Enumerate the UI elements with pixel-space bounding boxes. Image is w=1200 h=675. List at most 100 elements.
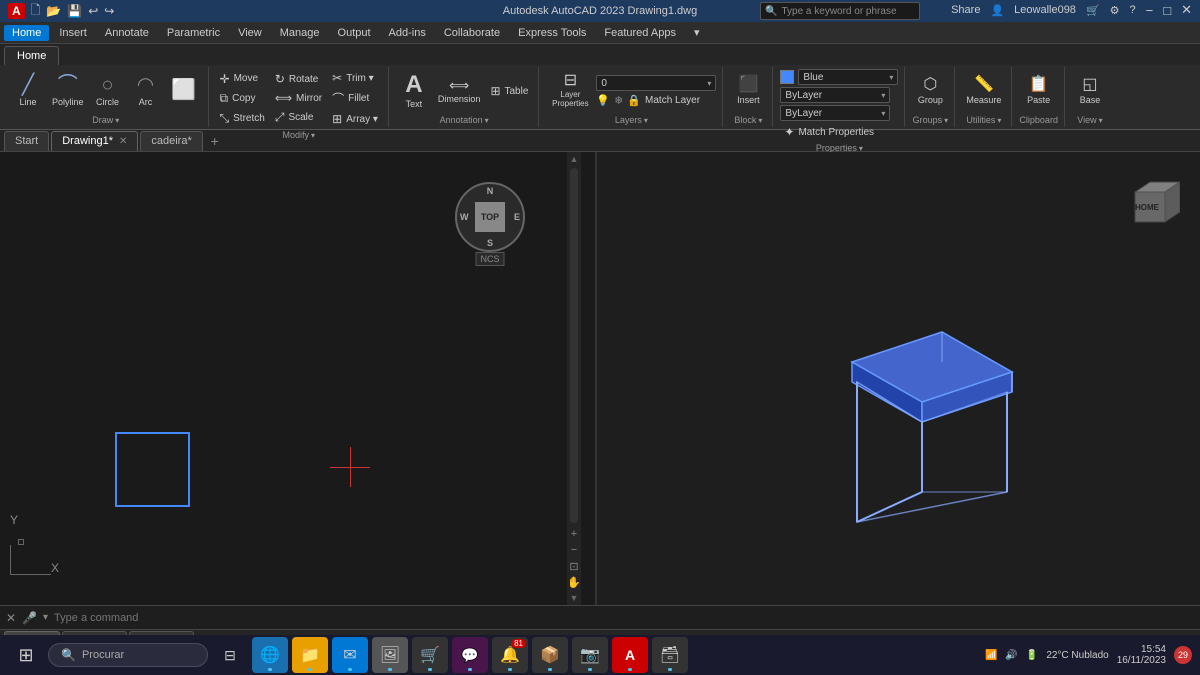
lineweight-selector[interactable]: ByLayer ▾ xyxy=(780,105,890,121)
group-button[interactable]: ⬡ Group xyxy=(912,69,948,113)
save-icon[interactable]: 💾 xyxy=(67,4,82,18)
menu-collaborate[interactable]: Collaborate xyxy=(436,25,508,41)
cmd-mic-icon[interactable]: 🎤 xyxy=(22,611,37,625)
pan-button[interactable]: ✋ xyxy=(567,575,581,589)
task-view-button[interactable]: ⊟ xyxy=(212,637,248,673)
arc-button[interactable]: ◠ Arc xyxy=(128,69,164,113)
taskbar-sound-icon[interactable]: 🔊 xyxy=(1005,650,1017,661)
taskbar-app-autocad[interactable]: A xyxy=(612,637,648,673)
stretch-button[interactable]: ⤡ Stretch xyxy=(216,109,269,128)
match-layer-button[interactable]: Match Layer xyxy=(645,95,700,106)
taskbar-battery-icon[interactable]: 🔋 xyxy=(1026,650,1038,661)
taskbar-app-camera[interactable]: 📷 xyxy=(572,637,608,673)
tab-start[interactable]: Start xyxy=(4,131,49,151)
table-button[interactable]: ⊞ Table xyxy=(486,82,532,100)
redo-icon[interactable]: ↪ xyxy=(104,4,114,18)
menu-manage[interactable]: Manage xyxy=(272,25,328,41)
menu-expresstools[interactable]: Express Tools xyxy=(510,25,594,41)
line-button[interactable]: ╱ Line xyxy=(10,69,46,113)
polyline-button[interactable]: ⌒ Polyline xyxy=(48,69,88,113)
color-selector[interactable]: Blue ▾ xyxy=(798,69,898,85)
menu-more[interactable]: ▾ xyxy=(686,24,708,41)
fillet-button[interactable]: ⌒ Fillet xyxy=(328,88,382,109)
layers-dropdown-icon[interactable]: ▾ xyxy=(644,116,648,125)
match-properties-button[interactable]: ✦ Match Properties xyxy=(780,123,878,141)
array-button[interactable]: ⊞ Array ▾ xyxy=(328,110,382,128)
layer-lock-icon[interactable]: 🔒 xyxy=(627,94,641,107)
view-dropdown-icon[interactable]: ▾ xyxy=(1099,116,1103,125)
scroll-track[interactable] xyxy=(570,168,578,523)
measure-button[interactable]: 📏 Measure xyxy=(962,69,1005,113)
new-tab-button[interactable]: + xyxy=(205,131,225,151)
taskbar-app-explorer[interactable]: 📁 xyxy=(292,637,328,673)
notification-badge[interactable]: 29 xyxy=(1174,646,1192,664)
taskbar-wifi-icon[interactable]: 📶 xyxy=(985,650,997,661)
layer-freeze-icon[interactable]: ❄ xyxy=(614,94,623,107)
linetype-selector[interactable]: ByLayer ▾ xyxy=(780,87,890,103)
cmd-dropdown-icon[interactable]: ▾ xyxy=(43,612,48,623)
viewcube[interactable]: HOME xyxy=(1115,172,1180,237)
start-button[interactable]: ⊞ xyxy=(8,637,44,673)
insert-button[interactable]: ⬛ Insert xyxy=(730,69,766,113)
layer-selector[interactable]: 0 ▾ xyxy=(596,75,716,91)
rect-button[interactable]: ⬜ xyxy=(166,69,202,113)
taskbar-app-photos[interactable]: 🖼 xyxy=(372,637,408,673)
search-bar[interactable]: 🔍 Type a keyword or phrase xyxy=(760,2,920,20)
vertical-scrollbar[interactable]: ▲ + − ⊡ ✋ ▼ xyxy=(567,152,581,605)
taskbar-app-slack[interactable]: 💬 xyxy=(452,637,488,673)
circle-button[interactable]: ○ Circle xyxy=(90,69,126,113)
paste-button[interactable]: 📋 Paste xyxy=(1021,69,1057,113)
cmd-close-icon[interactable]: ✕ xyxy=(6,611,16,625)
tab-home[interactable]: Home xyxy=(4,46,59,65)
menu-home[interactable]: Home xyxy=(4,25,49,41)
taskbar-app-edge[interactable]: 🌐 xyxy=(252,637,288,673)
open-icon[interactable]: 📂 xyxy=(46,4,61,18)
minimize-button[interactable]: − xyxy=(1146,3,1154,18)
compass-center[interactable]: TOP xyxy=(475,202,505,232)
taskbar-app-store[interactable]: 🛒 xyxy=(412,637,448,673)
block-dropdown-icon[interactable]: ▾ xyxy=(758,116,762,125)
new-icon[interactable]: 🗋 xyxy=(31,1,41,22)
groups-dropdown-icon[interactable]: ▾ xyxy=(944,116,948,125)
layer-off-icon[interactable]: 💡 xyxy=(596,94,610,107)
zoom-extents-button[interactable]: ⊡ xyxy=(567,559,581,573)
taskbar-app-filezilla[interactable]: 🗃 xyxy=(652,637,688,673)
menu-view[interactable]: View xyxy=(230,25,270,41)
taskbar-clock[interactable]: 15:54 16/11/2023 xyxy=(1117,644,1166,666)
close-button[interactable]: ✕ xyxy=(1181,2,1192,18)
viewport-left[interactable]: N S E W TOP NCS Y X ▲ xyxy=(0,152,597,605)
taskbar-app-msg[interactable]: 🔔 81 xyxy=(492,637,528,673)
zoom-in-button[interactable]: + xyxy=(567,527,581,541)
settings-icon[interactable]: ⚙ xyxy=(1110,4,1120,17)
undo-icon[interactable]: ↩ xyxy=(88,4,98,18)
draw-dropdown-icon[interactable]: ▾ xyxy=(115,116,119,125)
rotate-button[interactable]: ↻ Rotate xyxy=(271,70,326,88)
menu-output[interactable]: Output xyxy=(330,25,379,41)
scroll-up-button[interactable]: ▲ xyxy=(567,152,581,166)
taskbar-search[interactable]: 🔍 Procurar xyxy=(48,643,208,667)
menu-annotate[interactable]: Annotate xyxy=(97,25,157,41)
share-button[interactable]: Share xyxy=(951,4,980,16)
trim-button[interactable]: ✂ Trim ▾ xyxy=(328,69,382,87)
taskbar-app-mail[interactable]: ✉ xyxy=(332,637,368,673)
help-icon[interactable]: ? xyxy=(1130,4,1136,16)
menu-insert[interactable]: Insert xyxy=(51,25,95,41)
tab-drawing1[interactable]: Drawing1* ✕ xyxy=(51,131,138,151)
zoom-out-button[interactable]: − xyxy=(567,543,581,557)
scale-button[interactable]: ⤢ Scale xyxy=(271,108,326,127)
modify-dropdown-icon[interactable]: ▾ xyxy=(311,131,315,140)
maximize-button[interactable]: □ xyxy=(1163,3,1171,18)
scroll-down-button[interactable]: ▼ xyxy=(567,591,581,605)
base-button[interactable]: ◱ Base xyxy=(1072,69,1108,113)
dimension-button[interactable]: ⟺ Dimension xyxy=(434,69,485,113)
tab-drawing1-close[interactable]: ✕ xyxy=(119,136,127,147)
annotation-dropdown-icon[interactable]: ▾ xyxy=(485,116,489,125)
command-input[interactable] xyxy=(54,612,1194,624)
tab-cadeira[interactable]: cadeira* xyxy=(140,131,202,151)
menu-addins[interactable]: Add-ins xyxy=(381,25,434,41)
move-button[interactable]: ✛ Move xyxy=(216,70,269,88)
menu-parametric[interactable]: Parametric xyxy=(159,25,228,41)
text-button[interactable]: A Text xyxy=(396,69,432,113)
menu-featuredapps[interactable]: Featured Apps xyxy=(596,25,684,41)
mirror-button[interactable]: ⟺ Mirror xyxy=(271,89,326,107)
